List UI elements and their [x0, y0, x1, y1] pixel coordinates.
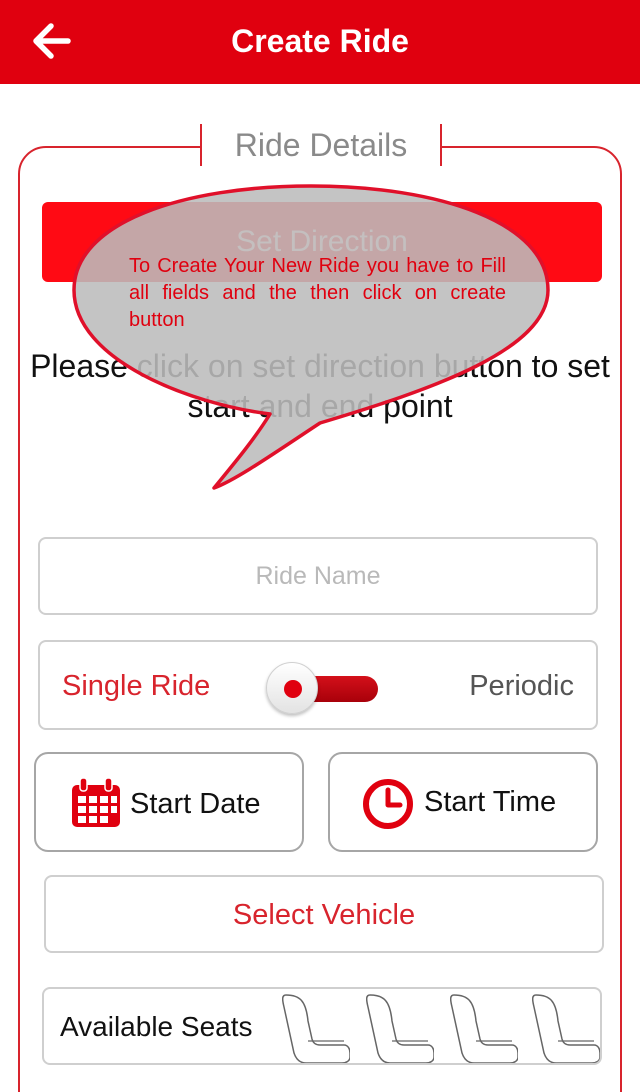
toggle-knob[interactable]: [266, 662, 318, 714]
seat-icon[interactable]: [366, 993, 434, 1063]
navigation-bar: Create Ride: [0, 0, 640, 84]
ride-type-toggle[interactable]: [264, 662, 380, 714]
tooltip-message: To Create Your New Ride you have to Fill…: [129, 255, 506, 331]
start-date-button[interactable]: Start Date: [34, 752, 304, 852]
periodic-label[interactable]: Periodic: [469, 642, 574, 730]
section-title: Ride Details: [202, 122, 440, 168]
seat-icon[interactable]: [532, 993, 600, 1063]
seat-icon[interactable]: [282, 993, 350, 1063]
ride-type-row: Single Ride Periodic: [38, 640, 598, 730]
clock-icon: [363, 779, 413, 829]
start-time-button[interactable]: Start Time: [328, 752, 598, 852]
seat-icon[interactable]: [450, 993, 518, 1063]
legend-divider-left: [200, 124, 202, 166]
start-date-label: Start Date: [130, 788, 261, 820]
available-seats-row: Available Seats: [42, 987, 602, 1065]
calendar-icon: [72, 777, 120, 827]
direction-instruction: Please click on set direction button to …: [30, 348, 610, 424]
ride-name-input[interactable]: [38, 537, 598, 615]
available-seats-label: Available Seats: [60, 1011, 253, 1042]
start-time-label: Start Time: [424, 786, 557, 818]
toggle-indicator-dot: [284, 680, 302, 698]
single-ride-label[interactable]: Single Ride: [62, 642, 210, 730]
legend-divider-right: [440, 124, 442, 166]
page-title: Create Ride: [231, 23, 409, 59]
select-vehicle-button[interactable]: Select Vehicle: [44, 875, 604, 953]
